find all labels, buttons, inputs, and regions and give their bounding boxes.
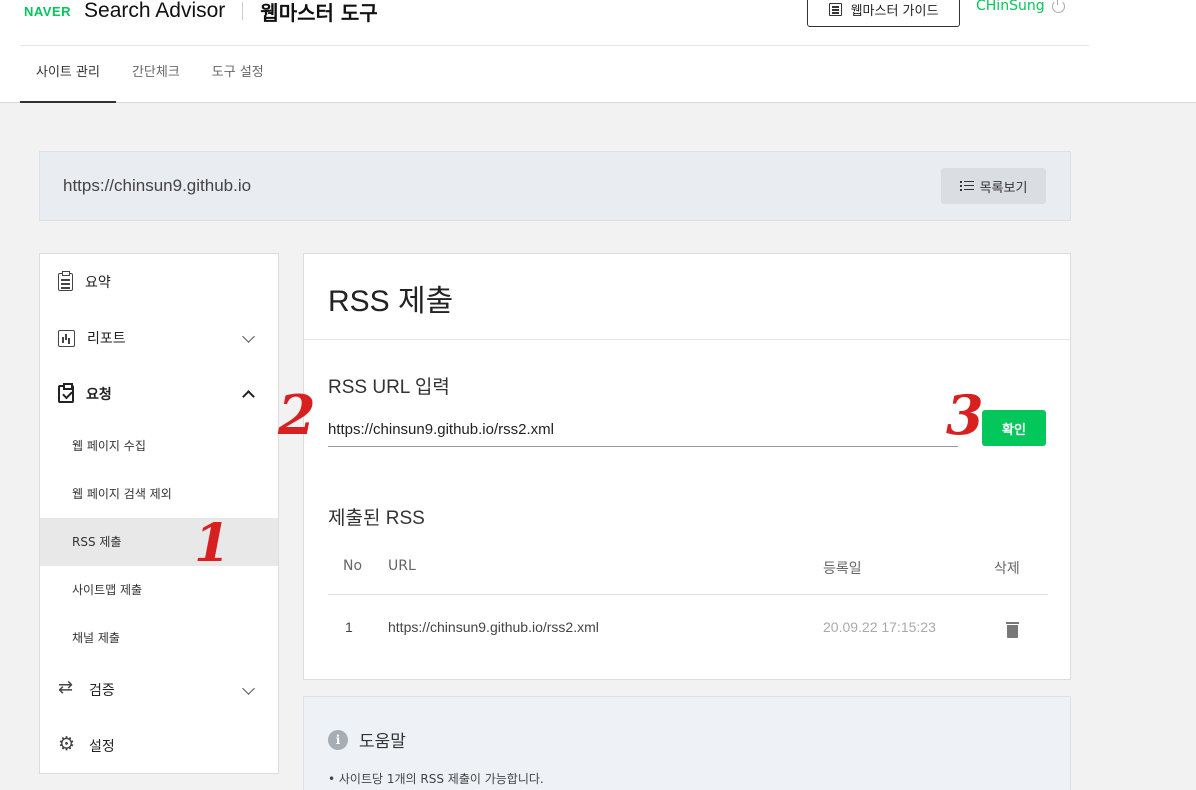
sidebar-subitem-channel-submit[interactable]: 채널 제출 [40,614,278,662]
sidebar-subitem-web-page-exclude[interactable]: 웹 페이지 검색 제외 [40,470,278,518]
row-date: 20.09.22 17:15:23 [823,619,936,635]
chevron-down-icon [242,682,255,695]
site-list-button[interactable]: 목록보기 [941,168,1046,204]
help-header: i 도움말 [328,727,406,752]
tab-quick-check[interactable]: 간단체크 [116,46,196,103]
column-header-date: 등록일 [823,561,862,577]
site-url-bar: https://chinsun9.github.io 목록보기 [39,151,1071,221]
confirm-button[interactable]: 확인 [982,410,1046,446]
help-item: • 사이트당 1개의 RSS 제출이 가능합니다. [328,772,544,786]
username: CHinSung [976,0,1045,14]
table-divider [328,594,1048,595]
list-button-label: 목록보기 [979,180,1028,196]
logout-power-icon[interactable] [1051,0,1065,13]
rss-submit-panel: RSS 제출 RSS URL 입력 확인 제출된 RSS No URL 등록일 … [303,253,1071,680]
rss-url-label: RSS URL 입력 [328,377,450,398]
chevron-up-icon [242,390,255,403]
bar-chart-icon [58,329,75,347]
brand-name: Search Advisor [84,0,226,22]
swap-arrows-icon [58,677,77,700]
chevron-down-icon [242,330,255,343]
row-url: https://chinsun9.github.io/rss2.xml [388,619,599,635]
guide-book-icon [828,3,842,16]
tool-title: 웹마스터 도구 [260,0,378,25]
sidebar-item-label: 요약 [85,275,111,291]
sidebar-item-label: 요청 [86,387,112,403]
column-header-delete: 삭제 [994,561,1020,577]
sidebar-subitem-rss-submit[interactable]: RSS 제출 [40,518,278,566]
annotation-number-3: 3 [946,383,984,447]
help-box: i 도움말 • 사이트당 1개의 RSS 제출이 가능합니다. [303,696,1071,790]
clipboard-icon [58,271,73,291]
row-number: 1 [345,619,353,635]
sidebar-item-report[interactable]: 리포트 [40,310,278,366]
sidebar-item-request[interactable]: 요청 [40,366,278,422]
webmaster-guide-button[interactable]: 웹마스터 가이드 [807,0,960,27]
sidebar-item-label: 리포트 [87,331,126,347]
top-header: NAVER Search Advisor 웹마스터 도구 웹마스터 가이드 CH… [0,0,1196,103]
gear-icon [58,733,77,756]
help-title: 도움말 [359,732,406,752]
rss-url-input[interactable] [328,413,958,447]
panel-divider [304,339,1070,340]
naver-logo: NAVER [24,3,72,19]
guide-button-label: 웹마스터 가이드 [850,4,939,19]
column-header-url: URL [388,558,416,574]
tab-site-management[interactable]: 사이트 관리 [20,46,116,103]
sidebar-subitem-web-page-collect[interactable]: 웹 페이지 수집 [40,422,278,470]
clipboard-check-icon [58,383,74,403]
info-icon: i [328,729,348,750]
sidebar-item-summary[interactable]: 요약 [40,254,278,310]
annotation-number-1: 1 [194,513,231,574]
user-menu[interactable]: CHinSung [976,0,1065,14]
sidebar-item-verify[interactable]: 검증 [40,662,278,718]
annotation-number-2: 2 [278,383,316,447]
sidebar-item-settings[interactable]: 설정 [40,718,278,774]
brand[interactable]: NAVER Search Advisor 웹마스터 도구 [24,0,378,25]
sidebar-item-label: 검증 [89,683,115,699]
list-icon [959,180,974,192]
main-tabs: 사이트 관리 간단체크 도구 설정 [20,46,280,103]
sidebar: 요약 리포트 요청 웹 페이지 수집 웹 페이지 검색 제외 RSS 제출 사이… [39,253,279,774]
site-url: https://chinsun9.github.io [63,176,252,195]
page-title: RSS 제출 [328,285,454,318]
trash-icon[interactable] [1006,620,1019,638]
brand-divider [242,2,244,20]
column-header-no: No [343,558,363,574]
sidebar-item-label: 설정 [89,739,115,755]
sidebar-subitem-sitemap-submit[interactable]: 사이트맵 제출 [40,566,278,614]
submitted-rss-title: 제출된 RSS [328,508,425,529]
tab-tool-settings[interactable]: 도구 설정 [196,46,280,103]
